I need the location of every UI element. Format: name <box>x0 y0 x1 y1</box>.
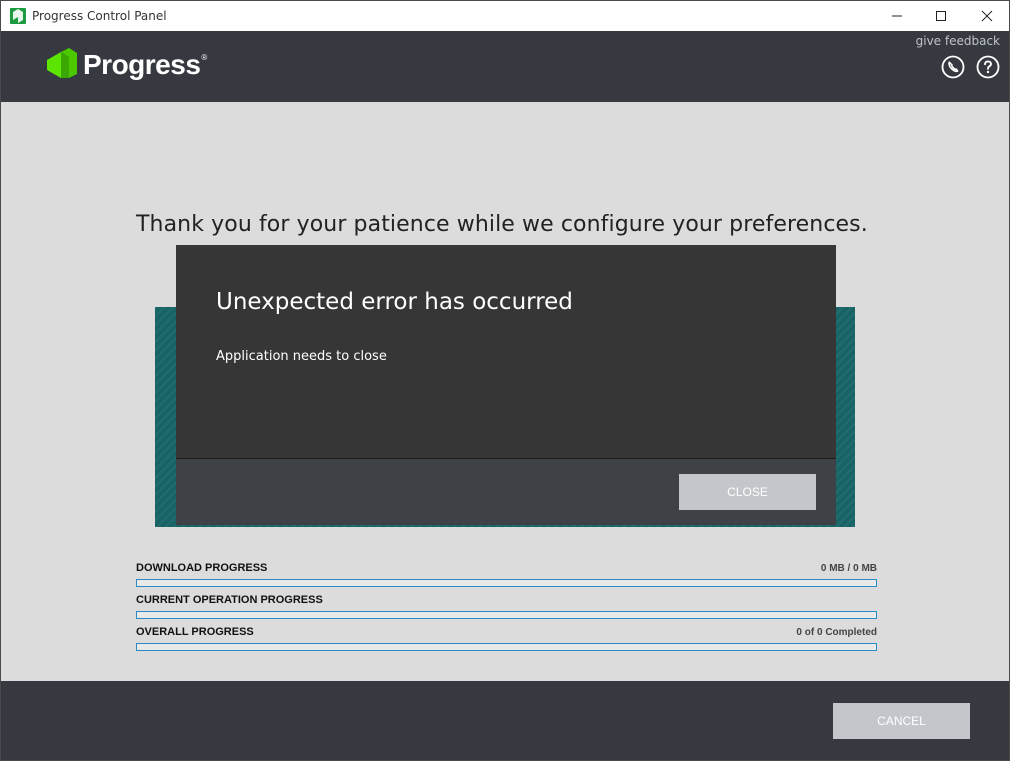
give-feedback-link[interactable]: give feedback <box>916 34 1000 48</box>
error-dialog-footer: CLOSE <box>176 458 836 525</box>
phone-button[interactable] <box>941 55 965 79</box>
current-operation-progress: CURRENT OPERATION PROGRESS <box>136 594 877 624</box>
cancel-button[interactable]: CANCEL <box>833 703 970 739</box>
progress-logo-icon <box>47 48 77 78</box>
download-progress-value: 0 MB / 0 MB <box>820 563 877 574</box>
app-header: Progress ® give feedback <box>1 31 1009 102</box>
minimize-button[interactable] <box>874 1 920 31</box>
maximize-icon <box>936 11 946 21</box>
overall-progress-label: OVERALL PROGRESS <box>136 626 254 638</box>
phone-icon <box>941 55 965 79</box>
download-progress-label: DOWNLOAD PROGRESS <box>136 562 268 574</box>
maximize-button[interactable] <box>918 1 964 31</box>
logo-text: Progress <box>83 49 201 80</box>
app-icon <box>10 8 26 24</box>
overall-progress-bar <box>136 643 877 651</box>
current-operation-bar <box>136 611 877 619</box>
help-icon <box>976 55 1000 79</box>
app-window: Progress Control Panel Progress ® give f… <box>0 0 1010 761</box>
current-operation-label: CURRENT OPERATION PROGRESS <box>136 594 323 606</box>
close-window-button[interactable] <box>964 1 1009 31</box>
progress-logo: Progress ® <box>47 48 207 82</box>
download-progress: DOWNLOAD PROGRESS 0 MB / 0 MB <box>136 562 877 592</box>
overall-progress: OVERALL PROGRESS 0 of 0 Completed <box>136 626 877 656</box>
error-dialog: Unexpected error has occurred Applicatio… <box>176 245 836 525</box>
error-dialog-message: Application needs to close <box>216 349 387 364</box>
app-footer: CANCEL <box>1 681 1009 760</box>
overall-progress-value: 0 of 0 Completed <box>796 627 877 638</box>
close-dialog-button[interactable]: CLOSE <box>679 474 816 510</box>
title-bar[interactable]: Progress Control Panel <box>1 1 1009 31</box>
logo-registered-mark: ® <box>201 52 208 62</box>
help-button[interactable] <box>976 55 1000 79</box>
close-icon <box>981 10 993 22</box>
window-title: Progress Control Panel <box>32 9 167 23</box>
error-dialog-title: Unexpected error has occurred <box>216 289 573 315</box>
download-progress-bar <box>136 579 877 587</box>
minimize-icon <box>892 15 902 17</box>
page-headline: Thank you for your patience while we con… <box>136 212 868 237</box>
